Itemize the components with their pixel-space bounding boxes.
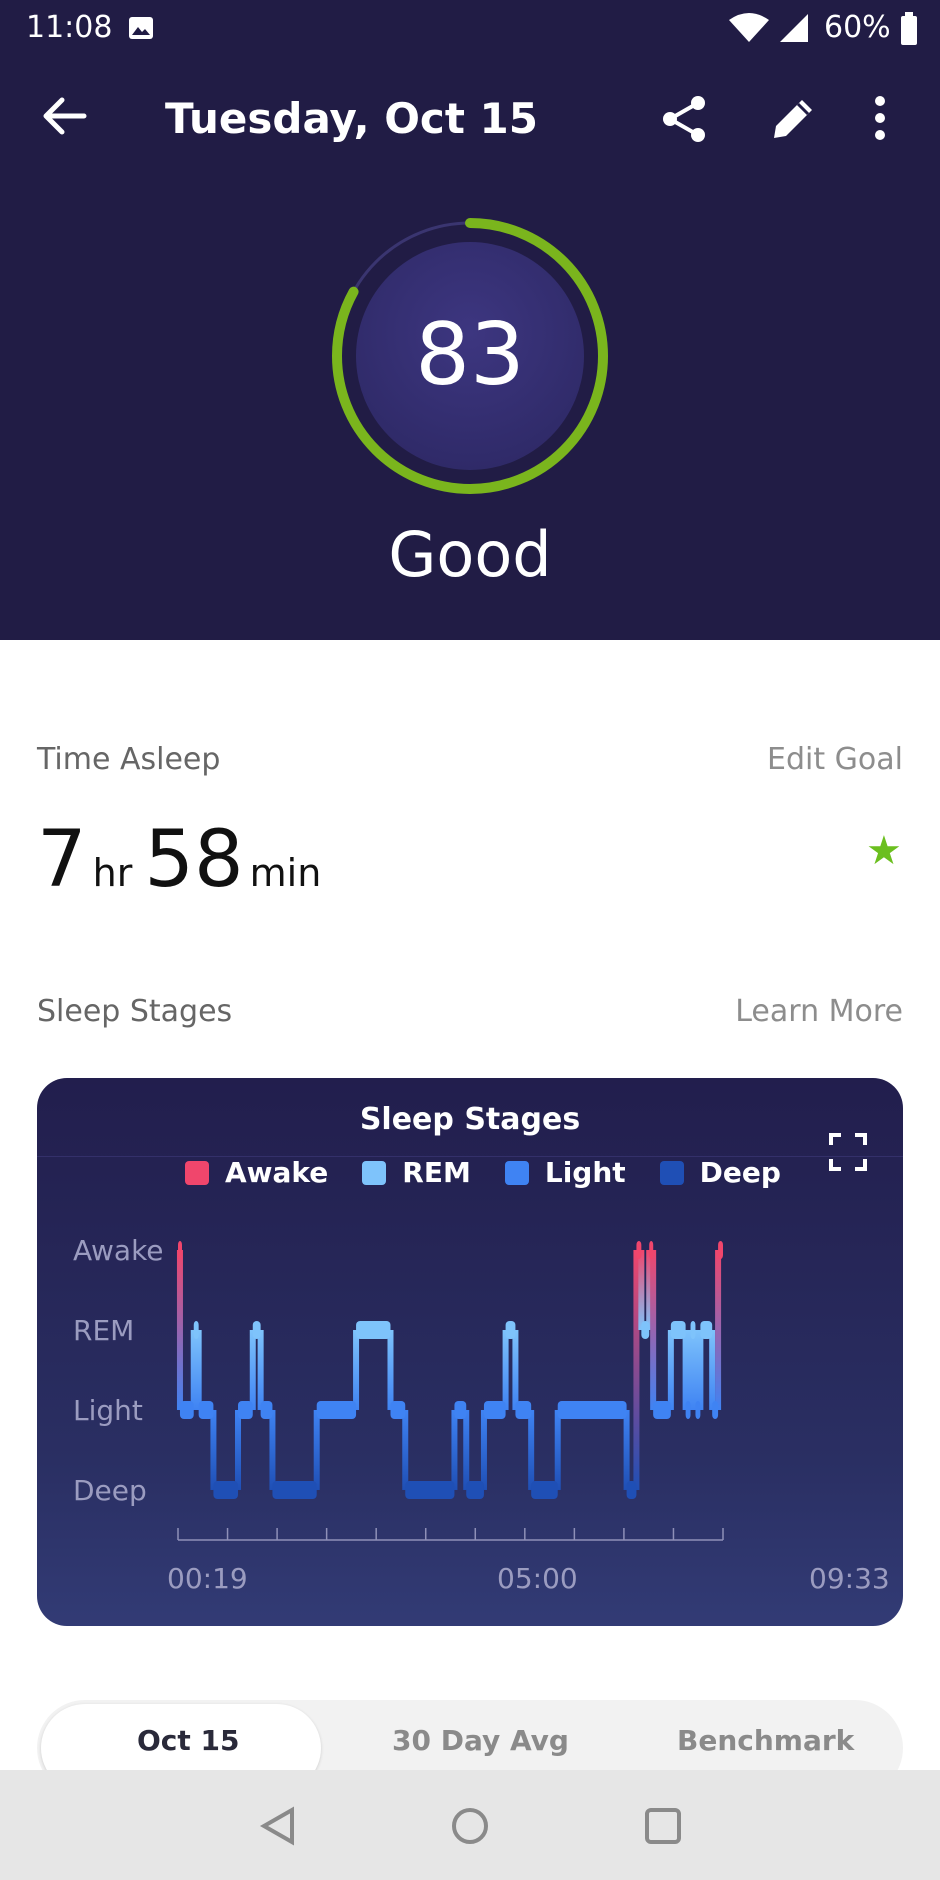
app-bar: Tuesday, Oct 15 [0, 78, 940, 162]
stage-transition [451, 1410, 458, 1490]
stage-bar-deep [626, 1481, 637, 1499]
system-nav-bar [0, 1770, 940, 1880]
stage-bar-awake [718, 1241, 723, 1259]
stage-bar-rem [252, 1321, 261, 1339]
sleep-stages-row: Sleep Stages Learn More [37, 994, 903, 1029]
battery-percentage: 60% [824, 10, 891, 45]
stage-transition [502, 1330, 509, 1410]
stage-bar-light [260, 1401, 273, 1419]
stage-bar-rem [670, 1321, 686, 1339]
stage-transition [402, 1410, 409, 1490]
stage-bar-rem [700, 1321, 713, 1339]
stage-bar-rem [641, 1321, 650, 1339]
stage-transition [528, 1410, 535, 1490]
back-arrow-icon[interactable] [40, 96, 88, 136]
stage-transition [195, 1330, 202, 1410]
more-options-icon[interactable] [870, 92, 890, 144]
stage-bar-deep [213, 1481, 239, 1499]
stage-transition [697, 1330, 704, 1410]
sleep-stage-plot [176, 1241, 724, 1541]
time-asleep-row: Time Asleep Edit Goal [37, 742, 903, 777]
sleep-score-label: Good [388, 518, 552, 591]
nav-recents-icon[interactable] [643, 1806, 683, 1846]
stage-transition [269, 1410, 276, 1490]
stage-bar-light [712, 1401, 719, 1419]
stage-transition [463, 1410, 470, 1490]
hours-value: 7 [37, 815, 87, 905]
status-time: 11:08 [26, 10, 113, 45]
stage-bar-light [179, 1401, 194, 1419]
stage-transition [235, 1410, 242, 1490]
stage-bar-rem [505, 1321, 516, 1339]
stage-transition [176, 1250, 183, 1410]
stage-bar-light [390, 1401, 406, 1419]
stage-transition [353, 1330, 360, 1410]
stage-bar-rem [356, 1321, 391, 1339]
stage-bar-light [316, 1401, 357, 1419]
stage-transition [638, 1250, 645, 1330]
tab-oct-15[interactable]: Oct 15 [137, 1724, 240, 1757]
time-asleep-label: Time Asleep [37, 742, 221, 777]
gallery-icon [129, 17, 153, 39]
stage-transition [623, 1410, 630, 1490]
hours-unit: hr [92, 851, 133, 895]
stage-bar-deep [405, 1481, 455, 1499]
stage-bar-light [238, 1401, 253, 1419]
stage-bar-light [515, 1401, 532, 1419]
page-title: Tuesday, Oct 15 [165, 94, 538, 143]
stage-bar-awake [636, 1241, 642, 1259]
stage-transition [554, 1410, 561, 1490]
edit-pencil-icon[interactable] [770, 94, 818, 142]
nav-back-icon[interactable] [258, 1806, 298, 1846]
stage-bar-light [557, 1401, 627, 1419]
learn-more-link[interactable]: Learn More [735, 994, 903, 1029]
stage-transition [512, 1330, 519, 1410]
tab-30-day-avg[interactable]: 30 Day Avg [392, 1724, 569, 1757]
tab-benchmark[interactable]: Benchmark [677, 1724, 854, 1757]
sleep-stages-card[interactable]: Sleep Stages Awake REM Light Deep Awake … [37, 1078, 903, 1626]
share-icon[interactable] [660, 94, 710, 144]
minutes-unit: min [249, 851, 322, 895]
stage-bar-light [198, 1401, 214, 1419]
x-tick-mid: 05:00 [497, 1562, 578, 1595]
stage-transition [210, 1410, 217, 1490]
goal-met-star-icon: ★ [866, 828, 902, 874]
stage-bar-rem [193, 1321, 199, 1339]
stage-bar-deep [531, 1481, 558, 1499]
stage-bar-light [454, 1401, 467, 1419]
battery-icon [901, 12, 917, 45]
stage-bar-deep [272, 1481, 317, 1499]
edit-goal-link[interactable]: Edit Goal [767, 742, 903, 777]
stage-transition [313, 1410, 320, 1490]
x-tick-end: 09:33 [809, 1562, 890, 1595]
nav-home-icon[interactable] [450, 1806, 490, 1846]
stage-transition [715, 1250, 722, 1410]
minutes-value: 58 [144, 815, 244, 905]
stage-transition [667, 1330, 674, 1410]
sleep-stages-label: Sleep Stages [37, 994, 233, 1029]
stage-bar-awake [649, 1241, 654, 1259]
stage-transition [249, 1330, 256, 1410]
stage-bar-light [483, 1401, 506, 1419]
time-asleep-value: 7 hr 58 min [37, 815, 333, 905]
status-bar: 11:08 60% [0, 0, 940, 60]
stage-transition [480, 1410, 487, 1490]
stage-bar-light [653, 1401, 671, 1419]
wifi-icon [729, 13, 769, 42]
stage-bar-awake [178, 1241, 182, 1259]
signal-icon [780, 14, 808, 42]
stage-transition [257, 1330, 264, 1410]
stage-bar-light [695, 1401, 701, 1419]
stage-bar-light [685, 1401, 691, 1419]
x-tick-start: 00:19 [167, 1562, 248, 1595]
stage-transition [709, 1330, 716, 1410]
stage-transition [650, 1250, 657, 1410]
stage-bar-rem [690, 1321, 696, 1339]
stage-transition [387, 1330, 394, 1410]
stage-bar-deep [466, 1481, 484, 1499]
sleep-score-value: 83 [415, 305, 525, 405]
sleep-header: 11:08 60% Tuesday, Oct 15 83 Good [0, 0, 940, 640]
